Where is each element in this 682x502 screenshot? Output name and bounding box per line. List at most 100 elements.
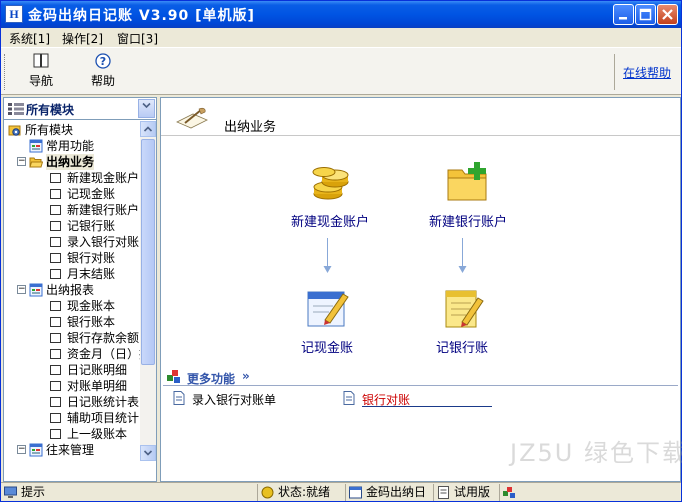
tree-item[interactable]: 月末结账: [4, 266, 140, 282]
minimize-button[interactable]: [613, 4, 634, 25]
scroll-thumb[interactable]: [141, 139, 155, 365]
tree-item-label: 银行存款余额: [67, 331, 140, 345]
chevron-up-icon: [143, 126, 153, 132]
toolbar: 导航 ? 帮助 在线帮助: [1, 47, 681, 95]
tree-item[interactable]: 记银行账: [4, 218, 140, 234]
tree-item-label: 记银行账: [67, 219, 116, 233]
status-light-icon: [261, 486, 274, 499]
window-title: 金码出纳日记账 V3.90 [单机版]: [28, 8, 255, 24]
status-hint: 提示: [1, 484, 257, 501]
status-edition-label: 试用版: [454, 485, 491, 499]
tree-item[interactable]: 辅助项目统计: [4, 410, 140, 426]
menu-system[interactable]: 系统[1]: [9, 30, 50, 47]
new-cash-account-button[interactable]: 新建现金账户: [275, 162, 385, 230]
module-selector-label: 所有模块: [26, 103, 75, 117]
tree-item[interactable]: 上一级账本: [4, 426, 140, 442]
quill-paper-icon: [176, 107, 208, 129]
checkbox-icon: [50, 333, 61, 343]
module-selector[interactable]: 所有模块: [4, 98, 156, 120]
tree-item-label: 新建现金账户: [67, 171, 140, 185]
chevron-down-icon: [143, 450, 153, 456]
tree-item-label: 银行对账: [67, 251, 116, 265]
tree-item[interactable]: 记现金账: [4, 186, 140, 202]
grid-icon: [8, 103, 24, 115]
tree-item-label: 日记账统计表: [67, 395, 140, 409]
collapse-toggle-icon[interactable]: −: [17, 285, 26, 294]
tree-item[interactable]: 日记账统计表: [4, 394, 140, 410]
tree-item[interactable]: 新建现金账户: [4, 170, 140, 186]
more-functions-bar[interactable]: 更多功能 »: [163, 368, 678, 386]
nav-label: 导航: [28, 74, 53, 88]
folder-add-icon: [447, 162, 487, 201]
new-bank-account-label: 新建银行账户: [428, 215, 507, 230]
chevron-down-icon: [142, 102, 151, 109]
dropdown-button[interactable]: [138, 99, 155, 118]
link-underline: [362, 406, 492, 407]
status-edition: 试用版: [433, 484, 499, 501]
checkbox-icon: [50, 301, 61, 311]
main-panel: 出纳业务 新建现金账户 新建银行账户 记现金账 记银行账 更多功能 » 录入银行…: [160, 97, 682, 482]
help-button[interactable]: ? 帮助: [81, 52, 125, 90]
checkbox-icon: [50, 237, 61, 247]
online-help-link[interactable]: 在线帮助: [623, 64, 671, 81]
tree-item-label: 录入银行对账: [67, 235, 140, 249]
book-icon: [33, 53, 49, 68]
scroll-down-button[interactable]: [140, 445, 156, 461]
checkbox-icon: [50, 205, 61, 215]
tree-item[interactable]: 录入银行对账: [4, 234, 140, 250]
blocks-icon: [167, 370, 180, 383]
bank-journal-button[interactable]: 记银行账: [407, 286, 517, 356]
new-bank-account-button[interactable]: 新建银行账户: [413, 160, 523, 230]
tree-item-label: 记现金账: [67, 187, 116, 201]
menu-operation[interactable]: 操作[2]: [62, 30, 103, 47]
tree-item[interactable]: 银行存款余额: [4, 330, 140, 346]
tree-item[interactable]: 日记账明细: [4, 362, 140, 378]
tree-item[interactable]: 新建银行账户: [4, 202, 140, 218]
tree-item[interactable]: 银行账本: [4, 314, 140, 330]
app-window: H 金码出纳日记账 V3.90 [单机版] 系统[1] 操作[2] 窗口[3] …: [0, 0, 682, 502]
section-title: 出纳业务: [224, 120, 277, 135]
new-cash-account-label: 新建现金账户: [290, 215, 369, 230]
collapse-toggle-icon[interactable]: −: [17, 445, 26, 454]
menu-bar: 系统[1] 操作[2] 窗口[3]: [1, 28, 681, 47]
tree-scrollbar[interactable]: [140, 121, 156, 461]
checkbox-icon: [50, 173, 61, 183]
tree-item[interactable]: 对账单明细: [4, 378, 140, 394]
close-button[interactable]: [657, 4, 678, 25]
tree-item[interactable]: − 出纳业务: [4, 154, 140, 170]
tree-item[interactable]: 现金账本: [4, 298, 140, 314]
monitor-icon: [4, 486, 17, 498]
maximize-icon: [639, 8, 652, 21]
edit-window-icon: [307, 291, 349, 327]
app-logo-icon: H: [5, 5, 23, 23]
tree-item-label: 资金月（日）报: [67, 347, 140, 361]
scroll-up-button[interactable]: [140, 121, 156, 137]
checkbox-icon: [50, 413, 61, 423]
help-label: 帮助: [90, 74, 115, 88]
tree-item[interactable]: − 往来管理: [4, 442, 140, 458]
watermark: JZ5U 绿色下载: [510, 439, 682, 467]
checkbox-icon: [50, 189, 61, 199]
more-functions-chevron: »: [242, 369, 250, 383]
status-app: 金码出纳日: [345, 484, 433, 501]
tree-item[interactable]: 银行对账: [4, 250, 140, 266]
checkbox-icon: [50, 381, 61, 391]
tree-item[interactable]: 所有模块: [4, 122, 140, 138]
cash-journal-button[interactable]: 记现金账: [272, 286, 382, 356]
menu-window[interactable]: 窗口[3]: [117, 30, 158, 47]
tree-item-label: 月末结账: [67, 267, 116, 281]
maximize-button[interactable]: [635, 4, 656, 25]
checkbox-icon: [50, 349, 61, 359]
checkbox-icon: [50, 253, 61, 263]
tree-item[interactable]: − 出纳报表: [4, 282, 140, 298]
title-bar[interactable]: H 金码出纳日记账 V3.90 [单机版]: [1, 1, 681, 28]
flow-arrow-icon: [323, 238, 332, 273]
status-extra: [499, 484, 681, 501]
toolbar-grip[interactable]: [4, 54, 7, 90]
tree-item[interactable]: 常用功能: [4, 138, 140, 154]
nav-button[interactable]: 导航: [19, 52, 63, 90]
module-icon: [29, 139, 43, 153]
collapse-toggle-icon[interactable]: −: [17, 157, 26, 166]
tree-item[interactable]: 资金月（日）报: [4, 346, 140, 362]
document-icon: [438, 486, 449, 499]
